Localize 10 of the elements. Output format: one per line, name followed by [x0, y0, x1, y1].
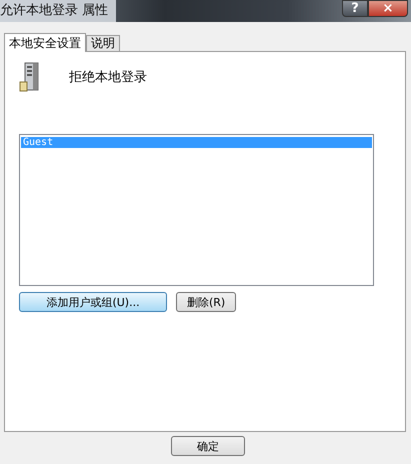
policy-name: 拒绝本地登录: [69, 69, 147, 86]
window-title: 允许本地登录 属性: [0, 0, 116, 22]
close-button[interactable]: ×: [368, 0, 408, 17]
help-button[interactable]: ?: [342, 0, 368, 17]
tab[interactable]: 本地安全设置: [4, 33, 86, 52]
add-button[interactable]: 添加用户或组(U)...: [19, 292, 167, 312]
remove-button[interactable]: 删除(R): [176, 292, 236, 312]
tab[interactable]: 说明: [86, 35, 120, 51]
ok-button[interactable]: 确定: [171, 436, 245, 456]
server-icon: [19, 62, 41, 92]
